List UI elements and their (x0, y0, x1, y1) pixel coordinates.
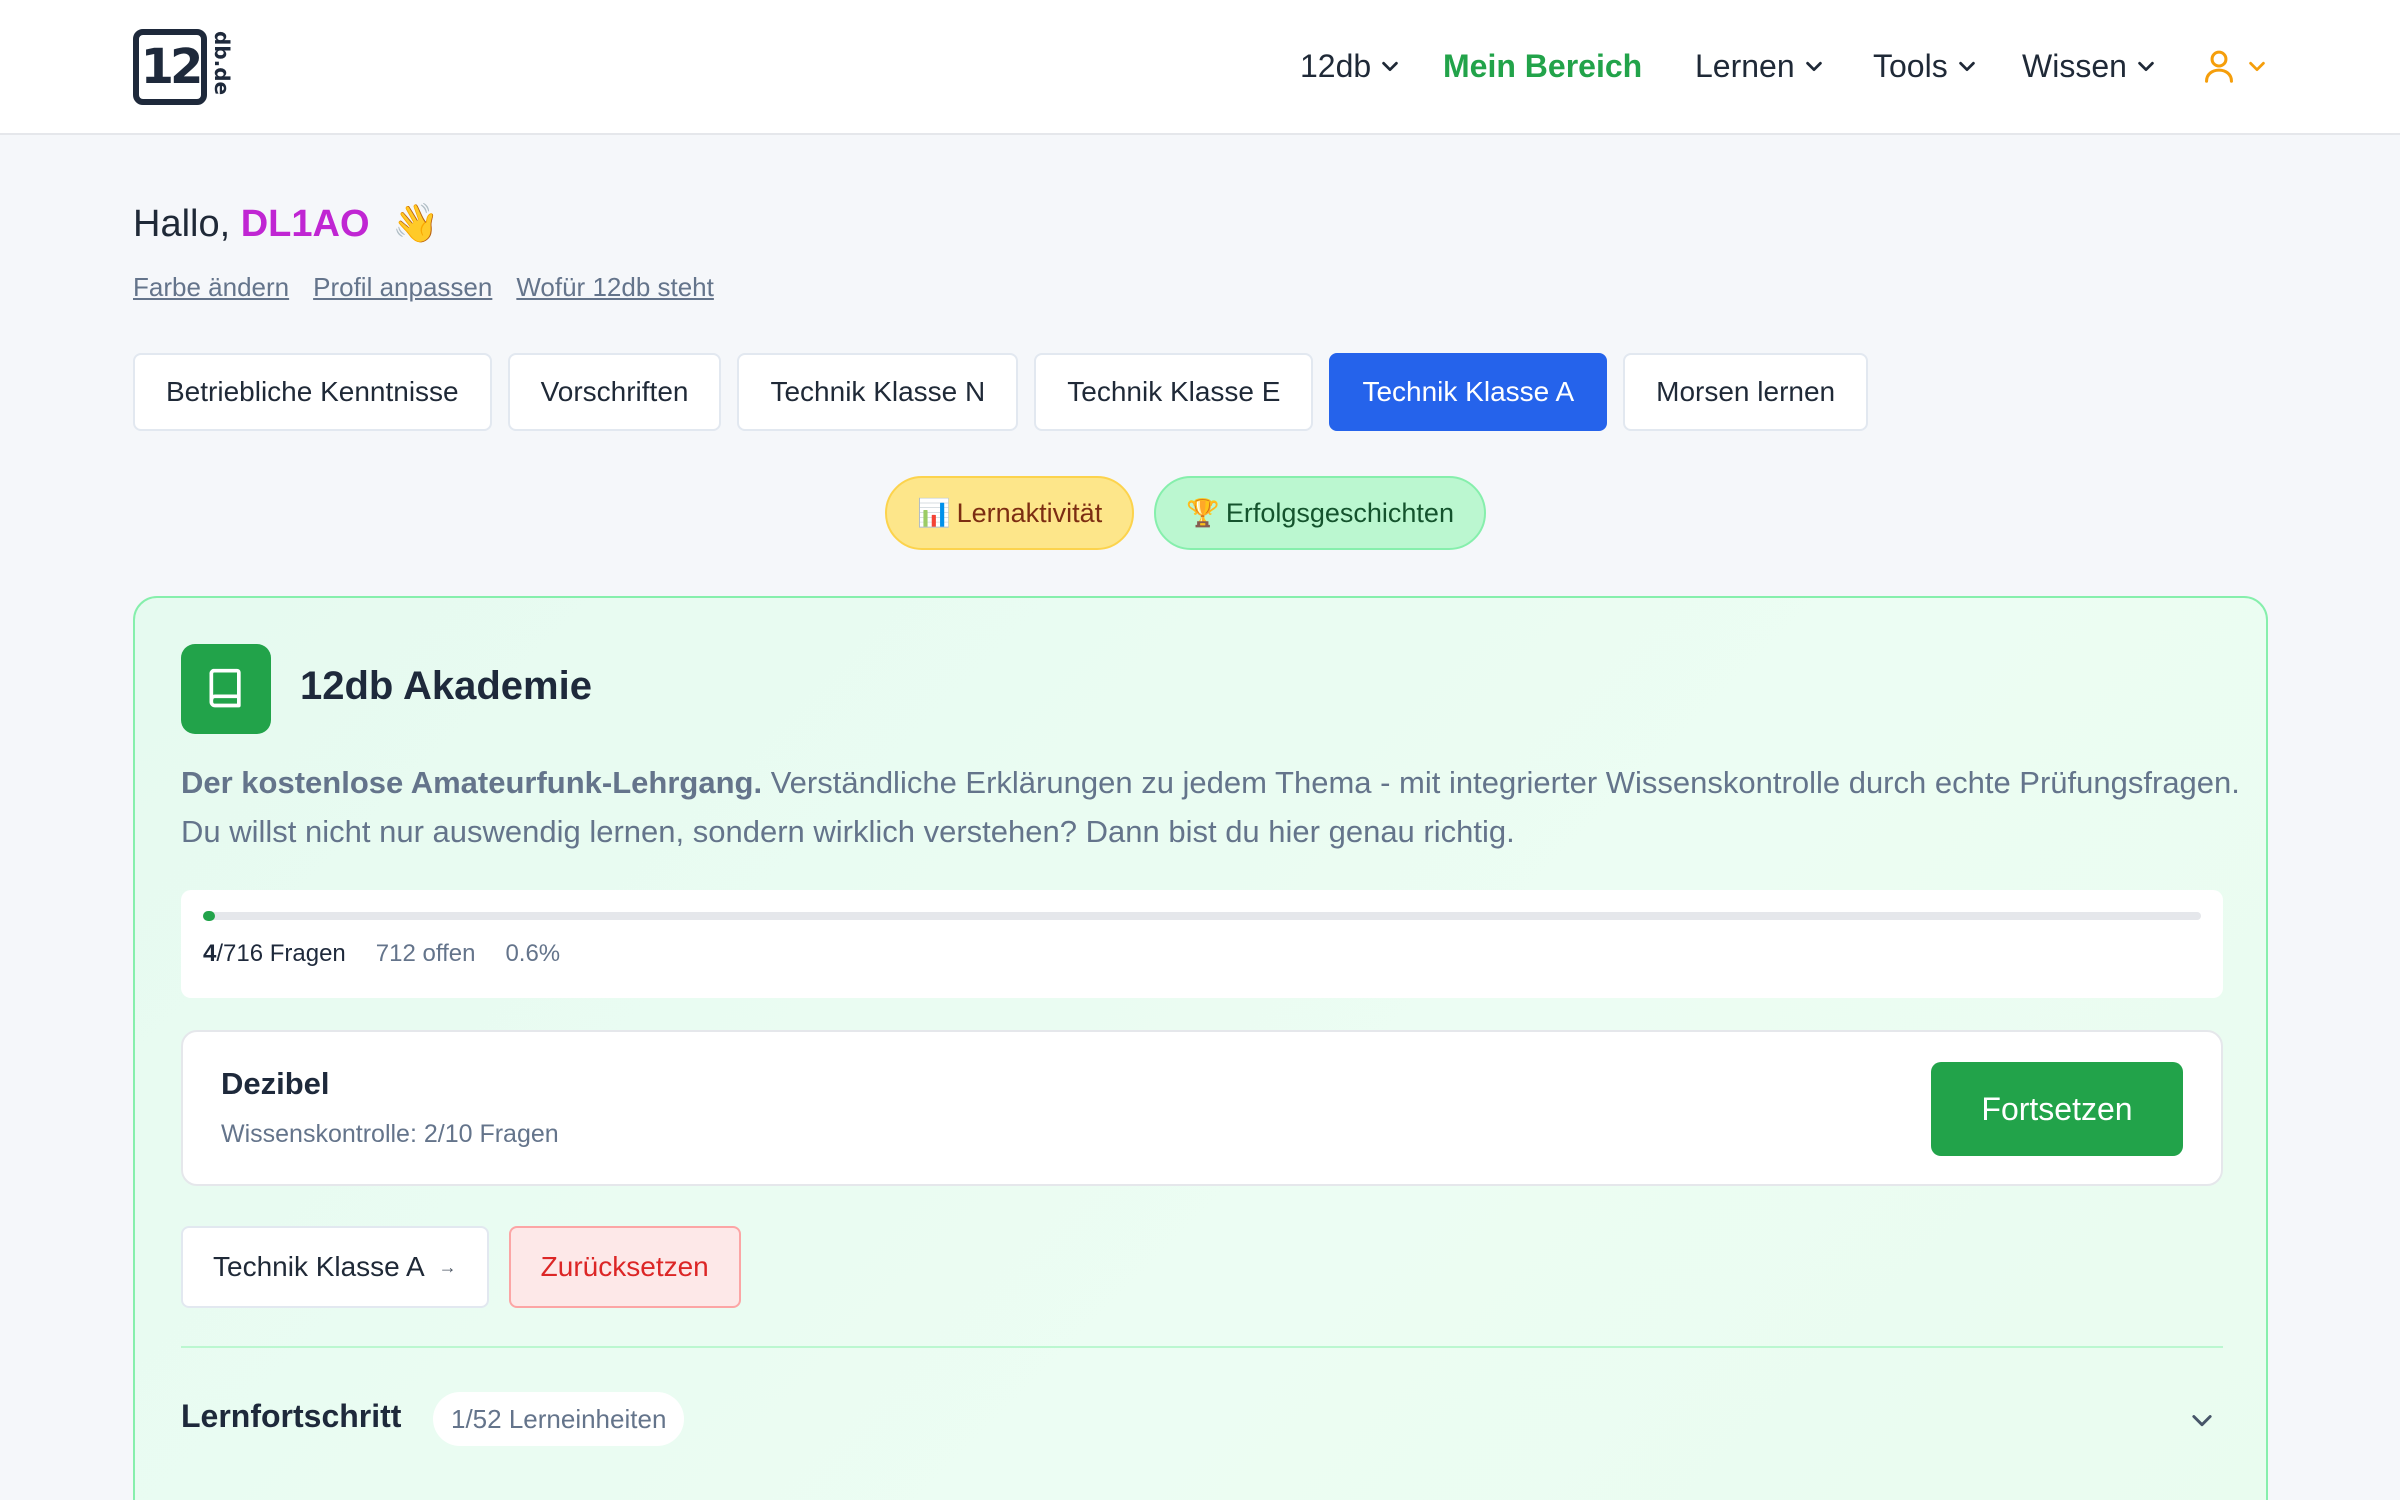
progress-bar-fill (203, 911, 215, 921)
divider (181, 1346, 2223, 1348)
tab-betriebliche-kenntnisse[interactable]: Betriebliche Kenntnisse (133, 353, 492, 431)
nav-lernen[interactable]: Lernen (1695, 48, 1825, 85)
chevron-down-icon (1379, 55, 1401, 77)
card-description: Der kostenlose Amateurfunk-Lehrgang. Ver… (181, 758, 2241, 856)
questions-open: 712 offen (375, 940, 476, 967)
greeting: Hallo, DL1AO 👋 (133, 202, 439, 246)
continue-button[interactable]: Fortsetzen (1931, 1062, 2183, 1156)
profile-links: Farbe ändern Profil anpassen Wofür 12db … (133, 272, 714, 303)
questions-progress: 4/716 Fragen 712 offen 0.6% (181, 890, 2223, 998)
chevron-down-icon (1956, 55, 1978, 77)
nav-tools[interactable]: Tools (1873, 48, 1978, 85)
logo-domain: db.de (210, 31, 234, 96)
activity-pills: 📊 Lernaktivität 🏆 Erfolgsgeschichten (885, 476, 1486, 550)
card-description-bold: Der kostenlose Amateurfunk-Lehrgang. (181, 765, 763, 800)
nav-lernen-label: Lernen (1695, 47, 1795, 84)
book-icon (181, 644, 271, 734)
course-button[interactable]: Technik Klasse A → (181, 1226, 489, 1308)
username: DL1AO (240, 203, 370, 245)
wave-emoji: 👋 (392, 203, 440, 245)
chart-emoji-icon: 📊 (917, 498, 951, 528)
nav-wissen[interactable]: Wissen (2022, 48, 2157, 85)
akademie-card: 12db Akademie Der kostenlose Amateurfunk… (133, 596, 2268, 1500)
nav-mein-bereich[interactable]: Mein Bereich (1443, 48, 1642, 85)
progress-bar (203, 911, 2201, 921)
lernfortschritt-title[interactable]: Lernfortschritt (181, 1398, 401, 1435)
nav-wissen-label: Wissen (2022, 47, 2127, 84)
link-farbe-aendern[interactable]: Farbe ändern (133, 272, 289, 303)
tab-morsen-lernen[interactable]: Morsen lernen (1623, 353, 1869, 431)
tab-technik-klasse-n[interactable]: Technik Klasse N (737, 353, 1019, 431)
site-logo[interactable]: 12 db.de (133, 29, 234, 107)
chevron-down-icon (1803, 55, 1825, 77)
nav-tools-label: Tools (1873, 47, 1948, 84)
questions-done: 4 (203, 940, 217, 967)
link-wofuer-12db[interactable]: Wofür 12db steht (516, 272, 714, 303)
tab-technik-klasse-e[interactable]: Technik Klasse E (1034, 353, 1314, 431)
pill-erfolgsgeschichten-label: Erfolgsgeschichten (1225, 497, 1454, 528)
nav-12db-label: 12db (1300, 47, 1372, 84)
lernfortschritt-badge: 1/52 Lerneinheiten (433, 1392, 685, 1446)
current-lesson: Dezibel Wissenskontrolle: 2/10 Fragen Fo… (181, 1030, 2223, 1186)
chevron-down-icon (2135, 55, 2157, 77)
course-button-label: Technik Klasse A (213, 1251, 425, 1282)
reset-button[interactable]: Zurücksetzen (508, 1226, 741, 1308)
user-menu[interactable] (2202, 48, 2268, 84)
lesson-title: Dezibel (221, 1066, 330, 1101)
progress-stats: 4/716 Fragen 712 offen 0.6% (203, 940, 560, 968)
pill-erfolgsgeschichten[interactable]: 🏆 Erfolgsgeschichten (1154, 476, 1486, 550)
questions-total: /716 Fragen (216, 940, 346, 967)
trophy-emoji-icon: 🏆 (1186, 498, 1220, 528)
greeting-prefix: Hallo, (133, 203, 241, 245)
link-profil-anpassen[interactable]: Profil anpassen (313, 272, 492, 303)
user-icon (2202, 48, 2236, 84)
questions-percent: 0.6% (505, 940, 561, 967)
lesson-subtitle: Wissenskontrolle: 2/10 Fragen (221, 1120, 559, 1148)
chevron-down-icon (2246, 55, 2268, 77)
logo-mark: 12 (133, 29, 207, 105)
arrow-right-icon: → (438, 1256, 457, 1277)
nav-mein-bereich-label: Mein Bereich (1443, 47, 1643, 84)
chevron-down-icon[interactable] (2188, 1406, 2216, 1434)
top-header: 12 db.de 12db Mein Bereich Lernen Tools … (0, 0, 2400, 135)
card-actions: Technik Klasse A → Zurücksetzen (181, 1226, 741, 1308)
pill-lernaktivitaet[interactable]: 📊 Lernaktivität (885, 476, 1135, 550)
card-title: 12db Akademie (300, 664, 592, 708)
pill-lernaktivitaet-label: Lernaktivität (956, 497, 1103, 528)
nav-12db[interactable]: 12db (1300, 48, 1401, 85)
tab-technik-klasse-a[interactable]: Technik Klasse A (1329, 353, 1608, 431)
tab-vorschriften[interactable]: Vorschriften (507, 353, 722, 431)
subject-tabs: Betriebliche Kenntnisse Vorschriften Tec… (133, 353, 1869, 431)
